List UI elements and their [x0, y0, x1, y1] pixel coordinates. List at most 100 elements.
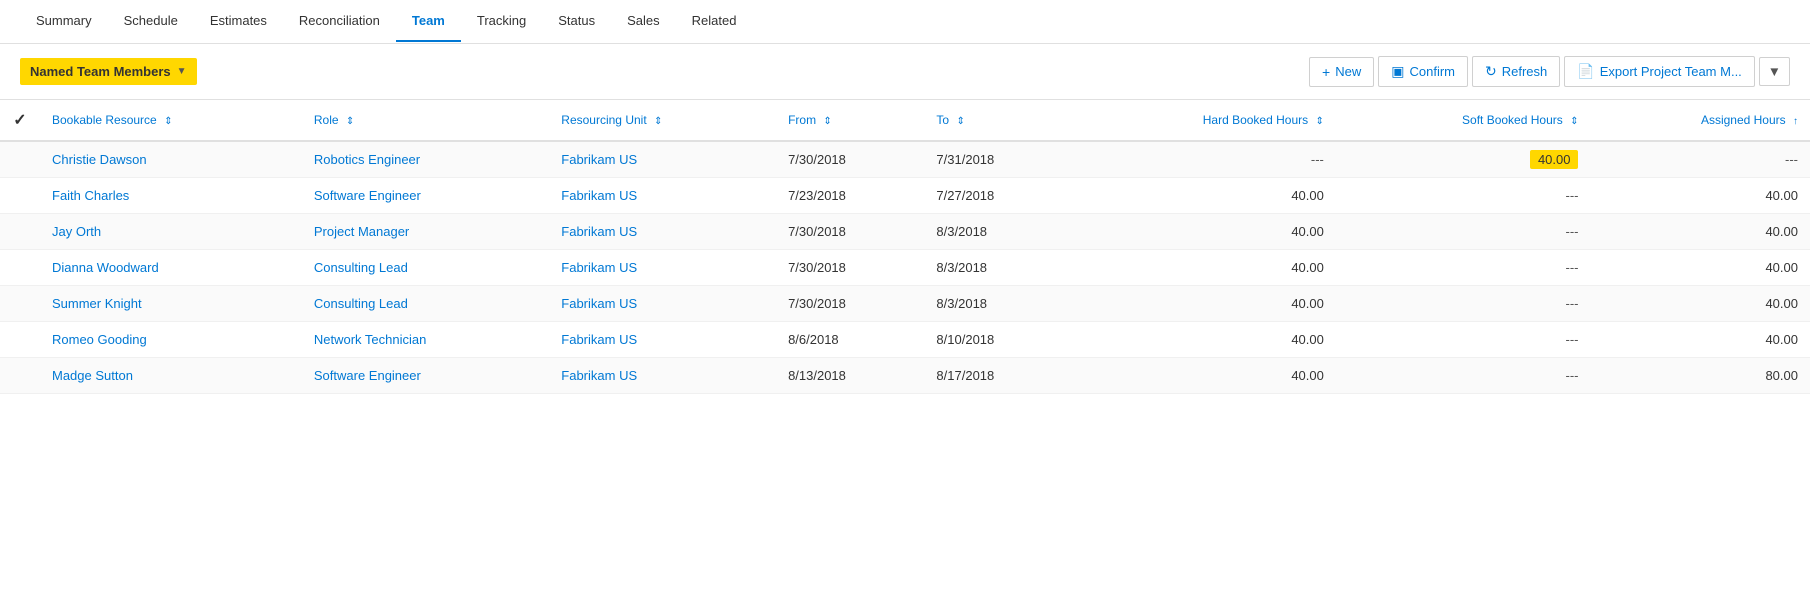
role-link-3[interactable]: Consulting Lead	[314, 260, 408, 275]
hard-booked-cell-0: ---	[1073, 141, 1336, 178]
role-link-1[interactable]: Software Engineer	[314, 188, 421, 203]
role-link-6[interactable]: Software Engineer	[314, 368, 421, 383]
sort-icon-resourcing-unit: ⇕	[654, 116, 662, 127]
resourcing-unit-link-3[interactable]: Fabrikam US	[561, 260, 637, 275]
row-checkbox-2[interactable]	[0, 214, 40, 250]
nav-tab-tracking[interactable]: Tracking	[461, 1, 542, 42]
resource-link-3[interactable]: Dianna Woodward	[52, 260, 159, 275]
new-button[interactable]: + New	[1309, 57, 1374, 87]
resource-link-5[interactable]: Romeo Gooding	[52, 332, 147, 347]
col-header-role[interactable]: Role ⇕	[302, 100, 549, 141]
role-link-0[interactable]: Robotics Engineer	[314, 152, 420, 167]
hard-booked-cell-3: 40.00	[1073, 250, 1336, 286]
col-label-hard-booked: Hard Booked Hours	[1203, 113, 1308, 127]
role-link-5[interactable]: Network Technician	[314, 332, 426, 347]
export-icon: 📄	[1577, 63, 1594, 80]
refresh-button-label: Refresh	[1502, 64, 1548, 79]
col-label-from: From	[788, 113, 816, 127]
top-nav: SummaryScheduleEstimatesReconciliationTe…	[0, 0, 1810, 44]
col-header-to[interactable]: To ⇕	[924, 100, 1072, 141]
soft-booked-cell-5: ---	[1336, 322, 1591, 358]
nav-tab-reconciliation[interactable]: Reconciliation	[283, 1, 396, 42]
to-cell-2: 8/3/2018	[924, 214, 1072, 250]
row-checkbox-5[interactable]	[0, 322, 40, 358]
nav-tab-summary[interactable]: Summary	[20, 1, 108, 42]
resourcing-unit-link-6[interactable]: Fabrikam US	[561, 368, 637, 383]
table-container: ✓ Bookable Resource ⇕ Role ⇕ Resourcing …	[0, 100, 1810, 394]
sort-icon-from: ⇕	[823, 116, 831, 127]
assigned-cell-2: 40.00	[1590, 214, 1810, 250]
to-cell-1: 7/27/2018	[924, 178, 1072, 214]
table-row: Dianna Woodward Consulting Lead Fabrikam U…	[0, 250, 1810, 286]
soft-booked-cell-2: ---	[1336, 214, 1591, 250]
resourcing-unit-link-1[interactable]: Fabrikam US	[561, 188, 637, 203]
toolbar-actions: + New ▣ Confirm ↻ Refresh 📄 Export Proje…	[1309, 56, 1790, 87]
confirm-button-label: Confirm	[1409, 64, 1455, 79]
section-title-label: Named Team Members	[30, 64, 171, 79]
col-header-soft-booked[interactable]: Soft Booked Hours ⇕	[1336, 100, 1591, 141]
select-all-header[interactable]: ✓	[0, 100, 40, 141]
col-header-bookable-resource[interactable]: Bookable Resource ⇕	[40, 100, 302, 141]
col-header-hard-booked[interactable]: Hard Booked Hours ⇕	[1073, 100, 1336, 141]
section-title-area: Named Team Members ▼	[20, 58, 197, 85]
sort-icon-bookable-resource: ⇕	[164, 116, 172, 127]
row-checkbox-0[interactable]	[0, 141, 40, 178]
col-label-resourcing-unit: Resourcing Unit	[561, 113, 646, 127]
resource-link-0[interactable]: Christie Dawson	[52, 152, 147, 167]
section-title-badge[interactable]: Named Team Members ▼	[20, 58, 197, 85]
resourcing-unit-link-4[interactable]: Fabrikam US	[561, 296, 637, 311]
nav-tab-team[interactable]: Team	[396, 1, 461, 42]
sort-icon-role: ⇕	[346, 116, 354, 127]
col-label-assigned: Assigned Hours	[1701, 113, 1786, 127]
role-link-4[interactable]: Consulting Lead	[314, 296, 408, 311]
table-row: Faith Charles Software Engineer Fabrikam U…	[0, 178, 1810, 214]
to-cell-3: 8/3/2018	[924, 250, 1072, 286]
col-label-role: Role	[314, 113, 339, 127]
resource-link-6[interactable]: Madge Sutton	[52, 368, 133, 383]
app-container: SummaryScheduleEstimatesReconciliationTe…	[0, 0, 1810, 591]
assigned-cell-6: 80.00	[1590, 358, 1810, 394]
soft-booked-cell-3: ---	[1336, 250, 1591, 286]
to-cell-6: 8/17/2018	[924, 358, 1072, 394]
section-header: Named Team Members ▼ + New ▣ Confirm ↻ R…	[0, 44, 1810, 100]
soft-booked-cell-0: 40.00	[1336, 141, 1591, 178]
resourcing-unit-link-5[interactable]: Fabrikam US	[561, 332, 637, 347]
refresh-button[interactable]: ↻ Refresh	[1472, 56, 1560, 87]
export-button[interactable]: 📄 Export Project Team M...	[1564, 56, 1755, 87]
row-checkbox-3[interactable]	[0, 250, 40, 286]
role-link-2[interactable]: Project Manager	[314, 224, 409, 239]
checkmark-icon: ✓	[13, 112, 26, 129]
nav-tab-schedule[interactable]: Schedule	[108, 1, 194, 42]
resource-link-4[interactable]: Summer Knight	[52, 296, 142, 311]
nav-tab-related[interactable]: Related	[676, 1, 753, 42]
resourcing-unit-link-2[interactable]: Fabrikam US	[561, 224, 637, 239]
col-header-resourcing-unit[interactable]: Resourcing Unit ⇕	[549, 100, 776, 141]
from-cell-5: 8/6/2018	[776, 322, 924, 358]
to-cell-5: 8/10/2018	[924, 322, 1072, 358]
row-checkbox-1[interactable]	[0, 178, 40, 214]
hard-booked-cell-5: 40.00	[1073, 322, 1336, 358]
col-header-from[interactable]: From ⇕	[776, 100, 924, 141]
assigned-cell-1: 40.00	[1590, 178, 1810, 214]
row-checkbox-6[interactable]	[0, 358, 40, 394]
resource-link-1[interactable]: Faith Charles	[52, 188, 129, 203]
nav-tab-sales[interactable]: Sales	[611, 1, 676, 42]
from-cell-2: 7/30/2018	[776, 214, 924, 250]
table-row: Jay Orth Project Manager Fabrikam US 7/30/2…	[0, 214, 1810, 250]
resource-link-2[interactable]: Jay Orth	[52, 224, 101, 239]
hard-booked-cell-4: 40.00	[1073, 286, 1336, 322]
more-options-button[interactable]: ▼	[1759, 57, 1790, 86]
resourcing-unit-link-0[interactable]: Fabrikam US	[561, 152, 637, 167]
nav-tab-status[interactable]: Status	[542, 1, 611, 42]
plus-icon: +	[1322, 64, 1330, 80]
table-row: Summer Knight Consulting Lead Fabrikam US 7…	[0, 286, 1810, 322]
row-checkbox-4[interactable]	[0, 286, 40, 322]
soft-booked-cell-4: ---	[1336, 286, 1591, 322]
col-label-to: To	[936, 113, 949, 127]
hard-booked-cell-6: 40.00	[1073, 358, 1336, 394]
from-cell-4: 7/30/2018	[776, 286, 924, 322]
confirm-button[interactable]: ▣ Confirm	[1378, 56, 1468, 87]
col-header-assigned[interactable]: Assigned Hours ↑	[1590, 100, 1810, 141]
soft-booked-cell-6: ---	[1336, 358, 1591, 394]
nav-tab-estimates[interactable]: Estimates	[194, 1, 283, 42]
